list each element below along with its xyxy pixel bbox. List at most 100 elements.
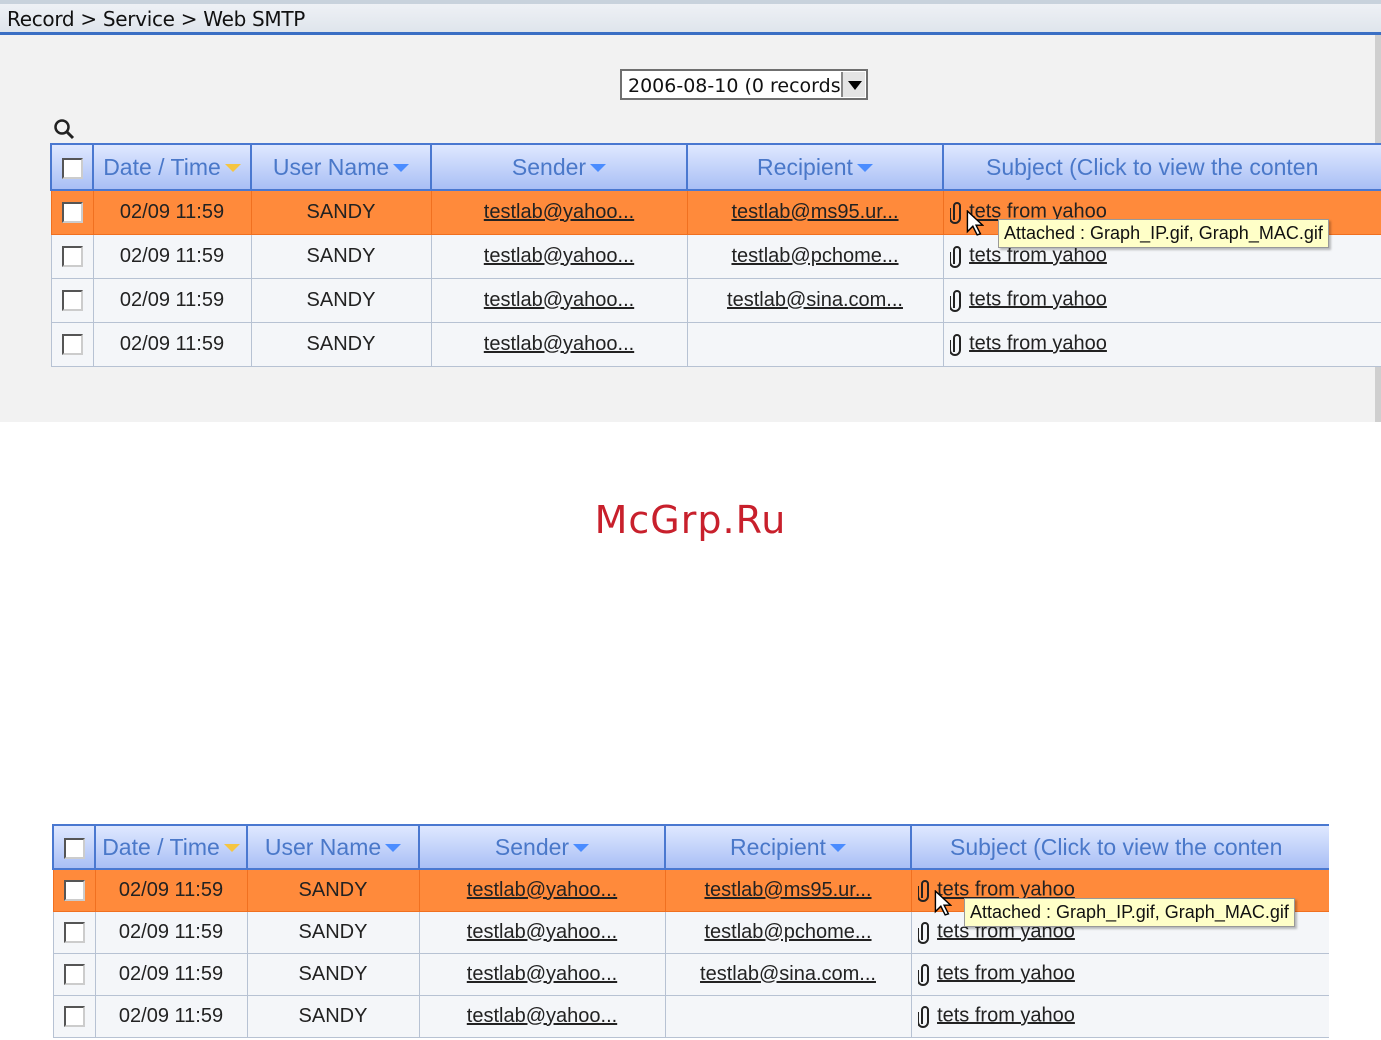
table-row[interactable]: 02/09 11:59 SANDY testlab@yahoo... testl… [50,277,1381,323]
col-recipient-label: Recipient [730,833,826,860]
mouse-cursor-icon [966,210,984,236]
subject-link[interactable]: tets from yahoo [937,1004,1075,1026]
col-recipient[interactable]: Recipient [664,824,912,870]
row-checkbox[interactable] [61,333,83,355]
table-row[interactable]: 02/09 11:59 SANDY testlab@yahoo... testl… [52,952,1329,996]
row-datetime: 02/09 11:59 [92,189,252,235]
row-datetime: 02/09 11:59 [92,233,252,279]
col-subject[interactable]: Subject (Click to view the conten [942,143,1381,191]
select-all-header[interactable] [52,824,96,870]
sort-triangle-down-icon[interactable] [590,164,607,173]
row-checkbox[interactable] [63,879,85,901]
col-subject-label: Subject (Click to view the conten [950,833,1283,860]
col-username[interactable]: User Name [250,143,432,191]
subject-link[interactable]: tets from yahoo [969,288,1107,310]
attachment-tooltip: Attached : Graph_IP.gif, Graph_MAC.gif [998,219,1329,248]
recipient-link[interactable]: testlab@pchome... [704,921,871,943]
breadcrumb-bar: Record > Service > Web SMTP [0,4,1381,35]
col-username-label: User Name [264,833,382,860]
row-datetime: 02/09 11:59 [94,952,248,996]
recipient-link[interactable]: testlab@ms95.ur... [704,879,871,901]
sort-triangle-down-icon[interactable] [224,164,241,173]
col-username-label: User Name [272,153,390,180]
sort-triangle-down-icon[interactable] [223,844,240,853]
row-checkbox[interactable] [61,201,83,223]
attachment-tooltip: Attached : Graph_IP.gif, Graph_MAC.gif [964,898,1295,927]
dropdown-arrow-icon[interactable] [841,72,865,97]
paperclip-icon[interactable] [949,244,964,268]
row-datetime: 02/09 11:59 [94,994,248,1038]
col-datetime[interactable]: Date / Time [94,824,248,870]
sender-link[interactable]: testlab@yahoo... [467,963,617,985]
col-username[interactable]: User Name [246,824,420,870]
screenshot-panel-top: Record > Service > Web SMTP 2006-08-10 (… [0,0,1381,422]
col-sender-label: Sender [511,153,587,180]
subject-link[interactable]: tets from yahoo [937,962,1075,984]
row-user: SANDY [250,321,432,367]
sender-link[interactable]: testlab@yahoo... [484,289,634,311]
magnifier-icon[interactable] [53,118,75,140]
table-header-row: Date / Time User Name Sender Recipient S… [52,824,1329,870]
row-user: SANDY [250,189,432,235]
sort-triangle-down-icon[interactable] [573,844,590,853]
paperclip-icon[interactable] [949,288,964,312]
row-datetime: 02/09 11:59 [92,321,252,367]
col-subject-label: Subject (Click to view the conten [986,153,1319,180]
row-user: SANDY [250,277,432,323]
row-checkbox[interactable] [61,289,83,311]
sender-link[interactable]: testlab@yahoo... [484,333,634,355]
paperclip-icon[interactable] [917,962,932,986]
paperclip-icon[interactable] [949,200,964,225]
sort-triangle-down-icon[interactable] [856,164,873,173]
col-sender[interactable]: Sender [418,824,666,870]
select-all-checkbox[interactable] [61,157,83,179]
col-datetime[interactable]: Date / Time [92,143,252,191]
row-user: SANDY [246,952,420,996]
subject-link[interactable]: tets from yahoo [969,332,1107,354]
breadcrumb: Record > Service > Web SMTP [7,7,306,31]
sender-link[interactable]: testlab@yahoo... [467,879,617,901]
row-user: SANDY [246,910,420,954]
watermark-text: McGrp.Ru [594,498,787,542]
sender-link[interactable]: testlab@yahoo... [484,245,634,267]
recipient-link[interactable]: testlab@sina.com... [727,289,903,311]
paperclip-icon[interactable] [917,1004,932,1028]
sort-triangle-down-icon[interactable] [393,164,410,173]
paperclip-icon[interactable] [917,878,932,903]
col-datetime-label: Date / Time [103,153,221,180]
col-datetime-label: Date / Time [102,833,220,860]
records-table: Date / Time User Name Sender Recipient S… [50,143,1381,367]
col-recipient[interactable]: Recipient [686,143,944,191]
table-header-row: Date / Time User Name Sender Recipient S… [50,143,1381,191]
row-user: SANDY [246,868,420,912]
recipient-link[interactable]: testlab@ms95.ur... [731,201,898,223]
sort-triangle-down-icon[interactable] [385,844,402,853]
sender-link[interactable]: testlab@yahoo... [484,201,634,223]
col-sender[interactable]: Sender [430,143,688,191]
row-checkbox[interactable] [63,921,85,943]
row-checkbox[interactable] [61,245,83,267]
table-row[interactable]: 02/09 11:59 SANDY testlab@yahoo... tets … [50,321,1381,367]
row-checkbox[interactable] [63,963,85,985]
row-datetime: 02/09 11:59 [92,277,252,323]
select-all-checkbox[interactable] [63,837,85,859]
recipient-link[interactable]: testlab@pchome... [731,245,898,267]
col-subject[interactable]: Subject (Click to view the conten [910,824,1329,870]
row-datetime: 02/09 11:59 [94,910,248,954]
select-all-header[interactable] [50,143,94,191]
date-select[interactable]: 2006-08-10 (0 records) [620,69,868,100]
sort-triangle-down-icon[interactable] [829,844,846,853]
screenshot-panel-bottom: Date / Time User Name Sender Recipient S… [52,822,1329,1040]
sender-link[interactable]: testlab@yahoo... [467,921,617,943]
row-datetime: 02/09 11:59 [94,868,248,912]
table-row[interactable]: 02/09 11:59 SANDY testlab@yahoo... tets … [52,994,1329,1038]
date-select-value: 2006-08-10 (0 records) [628,75,849,97]
sender-link[interactable]: testlab@yahoo... [467,1005,617,1027]
mouse-cursor-icon [934,890,952,916]
row-checkbox[interactable] [63,1005,85,1027]
paperclip-icon[interactable] [949,332,964,356]
recipient-link[interactable]: testlab@sina.com... [700,963,876,985]
row-user: SANDY [250,233,432,279]
records-table-zoomed: Date / Time User Name Sender Recipient S… [52,824,1329,1038]
paperclip-icon[interactable] [917,920,932,944]
